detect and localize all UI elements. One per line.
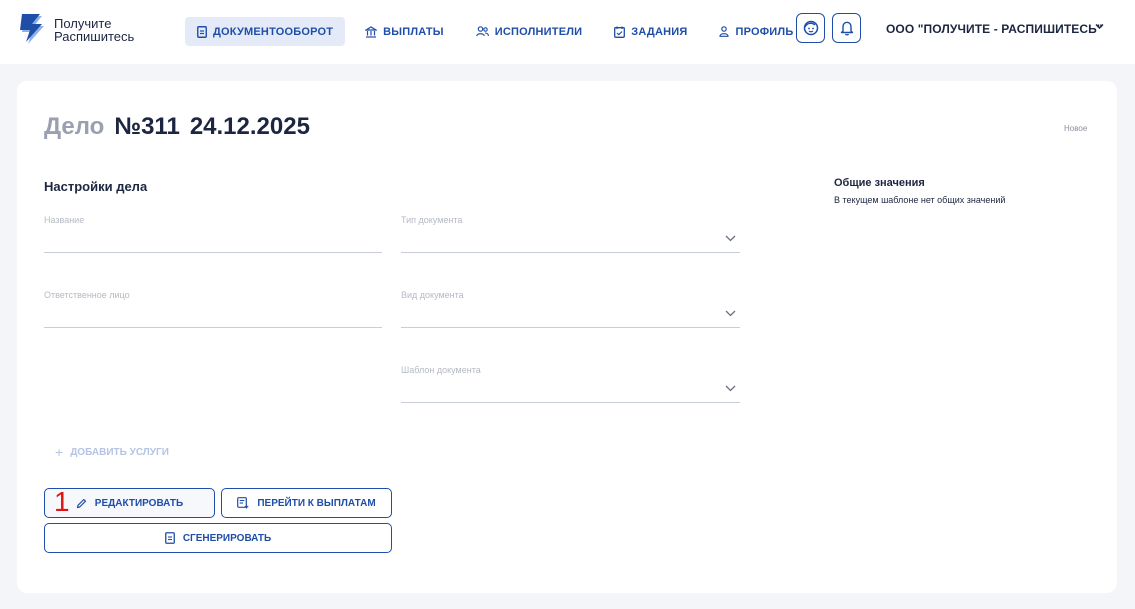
go-to-payments-label: ПЕРЕЙТИ К ВЫПЛАТАМ (257, 497, 376, 509)
nav-label: ЗАДАНИЯ (631, 25, 688, 38)
case-prefix: Дело (44, 113, 105, 140)
chevron-down-icon[interactable] (1095, 23, 1104, 30)
field-label: Вид документа (401, 290, 464, 300)
nav-item-documents[interactable]: ДОКУМЕНТООБОРОТ (185, 17, 346, 46)
user-icon (719, 26, 730, 37)
annotation-marker: 1 (54, 486, 70, 517)
status-badge: Новое (1064, 124, 1088, 133)
top-navigation-bar: Получите Распишитесь ДОКУМЕНТООБОРОТ ВЫП… (0, 0, 1135, 64)
chevron-down-icon (725, 235, 736, 242)
document-template-select[interactable]: Шаблон документа (401, 365, 740, 403)
document-icon (197, 25, 207, 38)
add-services-label: ДОБАВИТЬ УСЛУГИ (70, 446, 169, 458)
nav-item-profile[interactable]: ПРОФИЛЬ (707, 17, 805, 46)
lightning-logo-icon (20, 14, 44, 44)
document-kind-select[interactable]: Вид документа (401, 290, 740, 328)
case-date: 24.12.2025 (189, 113, 310, 140)
section-title: Настройки дела (44, 179, 148, 194)
chevron-down-icon (725, 385, 736, 392)
nav-item-contractors[interactable]: ИСПОЛНИТЕЛИ (464, 17, 595, 46)
generate-button[interactable]: СГЕНЕРИРОВАТЬ (44, 523, 392, 553)
bell-icon (840, 21, 853, 36)
nav-item-tasks[interactable]: ЗАДАНИЯ (602, 17, 699, 46)
page-title: Дело №311 24.12.2025 (44, 113, 320, 141)
nav-label: ВЫПЛАТЫ (383, 25, 444, 38)
common-values-text: В текущем шаблоне нет общих значений (834, 195, 1006, 205)
nav-label: ИСПОЛНИТЕЛИ (494, 25, 583, 38)
edit-button[interactable]: РЕДАКТИРОВАТЬ (44, 488, 215, 518)
brand-line-2: Распишитесь (54, 29, 135, 44)
go-to-payments-button[interactable]: ПЕРЕЙТИ К ВЫПЛАТАМ (221, 488, 392, 518)
pencil-icon (76, 498, 86, 508)
main-nav: ДОКУМЕНТООБОРОТ ВЫПЛАТЫ ИСПОЛНИТЕЛИ ЗАДА… (185, 17, 813, 46)
support-button[interactable] (796, 13, 825, 43)
case-number: №311 (114, 113, 180, 140)
plus-icon: + (55, 444, 64, 460)
field-label: Ответственное лицо (44, 290, 130, 300)
generate-button-label: СГЕНЕРИРОВАТЬ (182, 532, 272, 544)
add-services-button[interactable]: + ДОБАВИТЬ УСЛУГИ (55, 444, 169, 460)
common-values-title: Общие значения (834, 177, 925, 189)
notifications-button[interactable] (832, 13, 861, 43)
support-face-icon (803, 20, 818, 36)
nav-item-payments[interactable]: ВЫПЛАТЫ (353, 17, 456, 46)
organization-selector[interactable]: ООО "ПОЛУЧИТЕ - РАСПИШИТЕСЬ" (886, 22, 1103, 36)
bank-icon (365, 25, 378, 38)
users-icon (475, 26, 489, 37)
edit-button-label: РЕДАКТИРОВАТЬ (94, 497, 184, 509)
field-label: Название (44, 215, 85, 225)
brand-name: Получите Распишитесь (54, 17, 134, 43)
document-icon (164, 532, 175, 544)
nav-label: ДОКУМЕНТООБОРОТ (213, 25, 334, 38)
nav-label: ПРОФИЛЬ (735, 25, 794, 38)
calendar-check-icon (614, 26, 626, 38)
field-label: Тип документа (401, 215, 463, 225)
payments-list-icon (237, 497, 249, 509)
field-label: Шаблон документа (401, 365, 481, 375)
chevron-down-icon (725, 310, 736, 317)
brand-logo[interactable]: Получите Распишитесь (20, 14, 160, 50)
document-type-select[interactable]: Тип документа (401, 215, 740, 253)
responsible-person-field[interactable]: Ответственное лицо (44, 290, 382, 328)
name-field[interactable]: Название (44, 215, 382, 253)
